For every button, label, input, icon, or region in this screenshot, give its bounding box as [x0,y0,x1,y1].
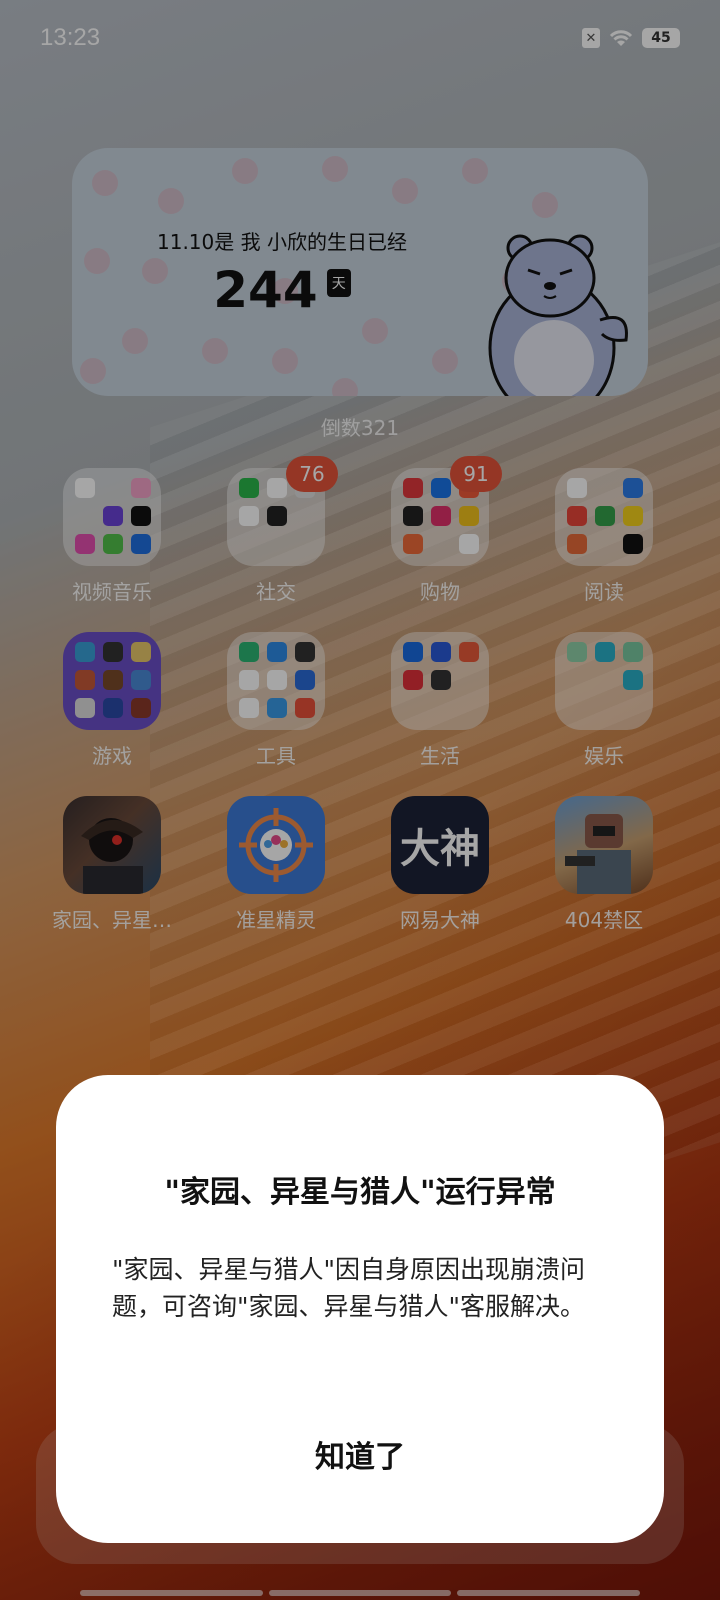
acknowledge-button[interactable]: 知道了 [260,1423,460,1493]
crash-dialog: "家园、异星与猎人"运行异常 "家园、异星与猎人"因自身原因出现崩溃问题，可咨询… [56,1075,664,1543]
dialog-title: "家园、异星与猎人"运行异常 [164,1175,556,1210]
dialog-message: "家园、异星与猎人"因自身原因出现崩溃问题，可咨询"家园、异星与猎人"客服解决。 [112,1255,585,1321]
